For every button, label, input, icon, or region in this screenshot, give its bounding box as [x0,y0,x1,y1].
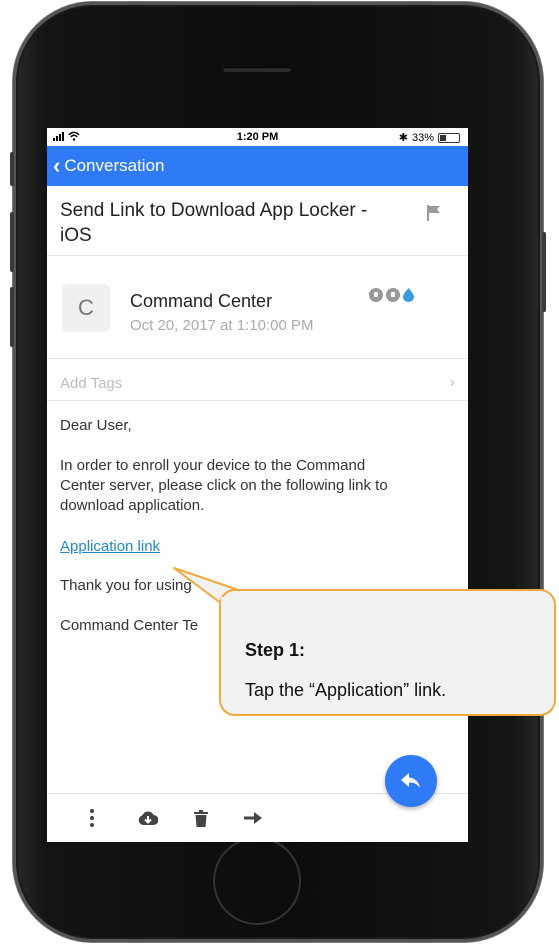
instruction-callout: Step 1: Tap the “Application” link. [219,589,556,716]
back-label: Conversation [64,156,165,175]
sender-name: Command Center [130,291,273,311]
chevron-right-icon: › [449,374,455,391]
arrow-right-icon[interactable] [243,808,263,828]
reply-button[interactable] [385,755,437,807]
email-link-line: Application link [60,537,400,557]
home-button[interactable] [213,837,301,925]
divider [47,400,468,401]
volume-up-button [10,212,14,272]
email-subject: Send Link to Download App Locker - iOS [60,200,368,246]
lock-icon [386,288,400,302]
power-button [542,232,546,312]
callout-title: Step 1: [245,640,306,660]
shield-icon [369,288,383,302]
status-bar: 1:20 PM ✱ 33% [47,128,468,146]
back-chevron-icon: ‹ [53,153,61,178]
mute-switch [10,152,14,186]
email-greeting: Dear User, [60,417,132,434]
divider [47,255,468,256]
email-date: Oct 20, 2017 at 1:10:00 PM [130,317,314,334]
navigation-bar: ‹ Conversation [47,146,468,186]
security-badges [369,288,414,302]
trash-icon[interactable] [191,808,211,828]
bluetooth-icon: ✱ [398,132,408,144]
earpiece-speaker [223,67,291,72]
battery-status: ✱ 33% [399,131,460,144]
avatar: C [62,284,110,332]
email-body: In order to enroll your device to the Co… [60,457,388,514]
phone-screen: 1:20 PM ✱ 33% ‹ Conversation Send Link t… [47,128,468,842]
more-vertical-icon[interactable] [82,808,102,828]
divider [47,358,468,359]
volume-down-button [10,287,14,347]
back-button[interactable]: ‹ Conversation [47,155,165,177]
battery-icon [438,132,460,143]
application-link[interactable]: Application link [60,538,160,555]
cloud-download-icon[interactable] [138,808,158,828]
phone-frame: 1:20 PM ✱ 33% ‹ Conversation Send Link t… [10,2,546,942]
callout-text: Tap the “Application” link. [245,680,447,700]
add-tags-label: Add Tags [60,375,123,392]
flag-icon[interactable] [427,205,441,221]
add-tags-row[interactable]: Add Tags › [60,374,455,392]
reply-icon [401,773,420,788]
callout-tail-joint [221,597,259,613]
battery-percent: 33% [411,131,434,144]
drop-icon [403,288,414,302]
